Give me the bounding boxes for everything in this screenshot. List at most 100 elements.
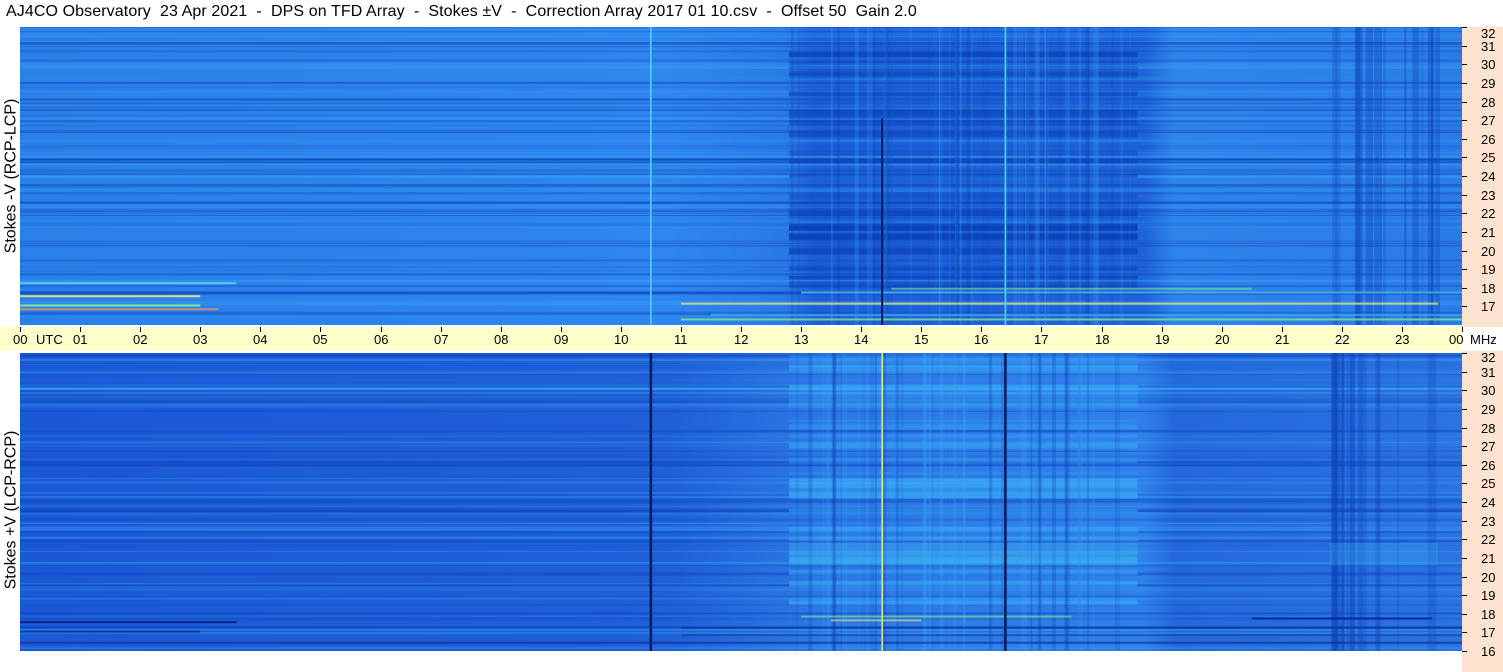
freq-tick-mark — [1462, 502, 1467, 503]
utc-time-axis: 00 01 02 03 04 05 06 07 08 09 10 11 12 13 14 15 16 17 18 19… — [0, 327, 1497, 351]
freq-tick-mark — [1462, 251, 1467, 252]
freq-tick-mark — [1462, 157, 1467, 158]
utc-tick-label: 07 — [434, 332, 449, 347]
freq-tick-mark — [1462, 483, 1467, 484]
freq-tick-mark — [1462, 409, 1467, 410]
freq-tick-mark — [1462, 64, 1467, 65]
freq-tick-label: 17 — [1481, 625, 1496, 640]
utc-tick-label: 10 — [614, 332, 629, 347]
freq-tick-mark — [1462, 306, 1467, 307]
utc-tick-label: 03 — [193, 332, 208, 347]
y-axis-label-top: Stokes -V (RCP-LCP) — [1, 98, 19, 254]
utc-tick-label: 08 — [494, 332, 509, 347]
freq-tick-mark — [1462, 195, 1467, 196]
freq-tick-mark — [1462, 651, 1467, 652]
freq-tick-mark — [1462, 288, 1467, 289]
freq-tick-label: 21 — [1481, 551, 1496, 566]
utc-tick-label: 00 — [13, 332, 28, 347]
utc-tick-label: 06 — [374, 332, 389, 347]
freq-tick-mark — [1462, 83, 1467, 84]
freq-tick-mark — [1462, 372, 1467, 373]
freq-tick-label: 17 — [1481, 299, 1496, 314]
freq-tick-label: 20 — [1481, 244, 1496, 259]
utc-tick-label: 00 — [1449, 332, 1464, 347]
freq-tick-label: 31 — [1481, 39, 1496, 54]
freq-tick-mark — [1462, 353, 1467, 354]
freq-tick-label: 25 — [1481, 476, 1496, 491]
freq-tick-label: 22 — [1481, 532, 1496, 547]
freq-tick-label: 24 — [1481, 495, 1496, 510]
utc-tick-label: 20 — [1215, 332, 1230, 347]
freq-tick-label: 19 — [1481, 588, 1496, 603]
freq-tick-mark — [1462, 446, 1467, 447]
mhz-unit-label: MHz — [1470, 332, 1497, 347]
freq-tick-label: 18 — [1481, 607, 1496, 622]
stokes-plus-v-spectrogram — [20, 353, 1462, 651]
freq-tick-label: 27 — [1481, 439, 1496, 454]
freq-tick-mark — [1462, 269, 1467, 270]
freq-tick-label: 22 — [1481, 206, 1496, 221]
freq-tick-label: 19 — [1481, 262, 1496, 277]
freq-tick-label: 29 — [1481, 76, 1496, 91]
utc-unit-label: UTC — [36, 332, 63, 347]
stokes-minus-v-spectrogram — [20, 27, 1462, 325]
freq-tick-label: 24 — [1481, 169, 1496, 184]
utc-tick-label: 09 — [554, 332, 569, 347]
freq-tick-mark — [1462, 577, 1467, 578]
chart-title: AJ4CO Observatory 23 Apr 2021 - DPS on T… — [6, 3, 917, 20]
freq-tick-label: 28 — [1481, 95, 1496, 110]
freq-tick-mark — [1462, 232, 1467, 233]
y-axis-label-bottom: Stokes +V (LCP-RCP) — [1, 430, 19, 590]
freq-tick-label: 23 — [1481, 188, 1496, 203]
frequency-axis-top: 32 31 30 29 28 27 26 25 24 23 22 21 20 19 18 17 — [1462, 27, 1503, 327]
utc-tick-label: 11 — [674, 332, 688, 347]
freq-tick-mark — [1462, 632, 1467, 633]
freq-tick-label: 31 — [1481, 365, 1496, 380]
freq-tick-label: 32 — [1481, 350, 1496, 365]
spectrogram-svg-bottom — [20, 353, 1462, 651]
freq-tick-mark — [1462, 176, 1467, 177]
freq-tick-label: 16 — [1481, 644, 1496, 659]
utc-tick-label: 02 — [133, 332, 148, 347]
utc-tick-label: 15 — [914, 332, 929, 347]
utc-tick-label: 16 — [974, 332, 989, 347]
freq-tick-mark — [1462, 27, 1467, 28]
freq-tick-mark — [1462, 390, 1467, 391]
freq-tick-mark — [1462, 558, 1467, 559]
freq-tick-mark — [1462, 595, 1467, 596]
freq-tick-mark — [1462, 614, 1467, 615]
freq-tick-mark — [1462, 539, 1467, 540]
utc-tick-label: 13 — [794, 332, 809, 347]
freq-tick-label: 28 — [1481, 421, 1496, 436]
utc-tick-label: 01 — [73, 332, 88, 347]
freq-tick-label: 21 — [1481, 225, 1496, 240]
freq-tick-label: 27 — [1481, 113, 1496, 128]
utc-tick-label: 17 — [1034, 332, 1049, 347]
freq-tick-mark — [1462, 46, 1467, 47]
utc-tick-label: 05 — [313, 332, 328, 347]
freq-tick-label: 23 — [1481, 514, 1496, 529]
freq-tick-label: 30 — [1481, 57, 1496, 72]
utc-tick-label: 14 — [854, 332, 869, 347]
freq-tick-mark — [1462, 213, 1467, 214]
freq-tick-label: 30 — [1481, 383, 1496, 398]
freq-tick-mark — [1462, 521, 1467, 522]
utc-tick-label: 23 — [1395, 332, 1410, 347]
freq-tick-mark — [1462, 428, 1467, 429]
utc-tick-label: 21 — [1275, 332, 1290, 347]
utc-tick-label: 04 — [253, 332, 268, 347]
freq-tick-label: 29 — [1481, 402, 1496, 417]
freq-tick-mark — [1462, 139, 1467, 140]
freq-tick-label: 26 — [1481, 132, 1496, 147]
utc-tick-label: 18 — [1095, 332, 1110, 347]
utc-tick-label: 19 — [1155, 332, 1170, 347]
freq-tick-mark — [1462, 120, 1467, 121]
freq-tick-mark — [1462, 465, 1467, 466]
utc-tick-label: 12 — [734, 332, 749, 347]
freq-tick-label: 26 — [1481, 458, 1496, 473]
freq-tick-label: 25 — [1481, 150, 1496, 165]
utc-tick-label: 22 — [1335, 332, 1350, 347]
freq-tick-mark — [1462, 102, 1467, 103]
freq-tick-label: 18 — [1481, 281, 1496, 296]
frequency-axis-bottom: 32 31 30 29 28 27 26 25 24 23 22 21 20 19 18 17 16 — [1462, 351, 1503, 672]
